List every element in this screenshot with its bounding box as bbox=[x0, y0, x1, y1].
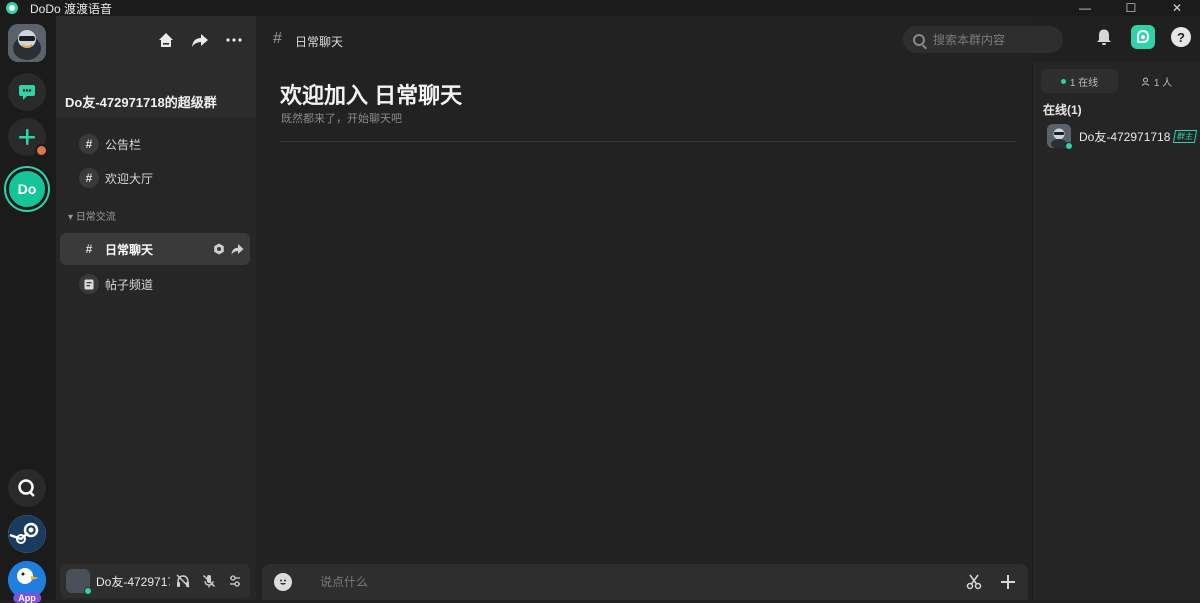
post-channel-icon bbox=[79, 274, 99, 294]
messages-button[interactable] bbox=[8, 73, 46, 111]
channel-welcome-hall[interactable]: # 欢迎大厅 bbox=[60, 162, 250, 194]
server-rail: Do App bbox=[0, 16, 56, 603]
mic-muted-icon[interactable] bbox=[202, 574, 216, 588]
steam-button[interactable] bbox=[8, 515, 46, 553]
window-controls: — ☐ ✕ bbox=[1062, 0, 1200, 16]
window-title: DoDo 渡渡语音 bbox=[30, 1, 113, 16]
scissors-icon[interactable] bbox=[966, 574, 982, 590]
maximize-button[interactable]: ☐ bbox=[1108, 0, 1154, 16]
hash-icon: # bbox=[79, 168, 99, 188]
notification-dot bbox=[35, 144, 48, 157]
welcome-subtitle: 既然都来了，开始聊天吧 bbox=[281, 113, 402, 125]
plus-icon[interactable] bbox=[1000, 574, 1016, 590]
bell-icon[interactable] bbox=[1093, 26, 1115, 48]
server-header-actions bbox=[156, 30, 244, 50]
channel-announcements[interactable]: # 公告栏 bbox=[60, 128, 250, 160]
discover-button[interactable] bbox=[8, 469, 46, 507]
app-label: App bbox=[13, 593, 41, 603]
chat-bubble-icon bbox=[19, 85, 35, 100]
close-button[interactable]: ✕ bbox=[1154, 0, 1200, 16]
server-do[interactable]: Do bbox=[6, 168, 48, 210]
search-icon bbox=[18, 479, 35, 497]
home-icon[interactable] bbox=[156, 30, 176, 50]
settings-icon[interactable] bbox=[213, 243, 225, 255]
search-input[interactable] bbox=[933, 32, 1053, 47]
search-icon bbox=[913, 33, 925, 46]
tab-online-label: 1 在线 bbox=[1069, 77, 1099, 89]
message-input[interactable] bbox=[320, 575, 920, 589]
app-logo-icon bbox=[6, 2, 18, 14]
member-panel: 1 在线 1 人 在线(1) Do友-472971718 群主 bbox=[1034, 62, 1200, 600]
channel-label: 日常聊天 bbox=[105, 242, 154, 257]
share-channel-icon[interactable] bbox=[231, 243, 244, 255]
steam-icon bbox=[8, 515, 46, 553]
chat-main: # 日常聊天 欢迎加入 日常聊天 既然都来了，开始聊天吧 bbox=[256, 16, 1063, 600]
add-server-button[interactable] bbox=[8, 118, 48, 157]
settings-sliders-icon[interactable] bbox=[228, 574, 242, 588]
channel-sidebar: Do友-472971718的超级群 # 公告栏 # 欢迎大厅 ▾ 日常交流 # … bbox=[56, 16, 256, 600]
chat-header: # 日常聊天 bbox=[256, 16, 1063, 62]
search-box[interactable] bbox=[903, 26, 1063, 53]
owner-badge: 群主 bbox=[1173, 129, 1198, 143]
member-name: Do友-472971718 bbox=[1079, 129, 1171, 144]
online-section-title: 在线(1) bbox=[1043, 103, 1082, 117]
channel-title: 日常聊天 bbox=[295, 35, 344, 49]
app-download-button[interactable]: App bbox=[8, 561, 46, 603]
emoji-icon[interactable] bbox=[274, 573, 292, 591]
more-icon[interactable] bbox=[224, 30, 244, 50]
server-name[interactable]: Do友-472971718的超级群 bbox=[65, 92, 217, 111]
channel-label: 公告栏 bbox=[105, 137, 142, 152]
channel-label: 帖子频道 bbox=[105, 277, 154, 292]
header-right-actions: ? bbox=[1093, 25, 1191, 49]
category-daily[interactable]: ▾ 日常交流 bbox=[68, 208, 116, 223]
tab-all-members[interactable]: 1 人 bbox=[1118, 69, 1195, 93]
plus-icon bbox=[19, 129, 35, 145]
member-avatar bbox=[1047, 124, 1073, 150]
channel-label: 欢迎大厅 bbox=[105, 171, 154, 186]
tab-total-label: 1 人 bbox=[1153, 77, 1173, 89]
divider bbox=[280, 141, 1016, 142]
tab-online[interactable]: 1 在线 bbox=[1041, 69, 1118, 93]
user-name: Do友-4729717 bbox=[96, 574, 170, 589]
title-bar: DoDo 渡渡语音 — ☐ ✕ bbox=[0, 0, 1200, 16]
channel-actions bbox=[213, 243, 244, 255]
hash-icon: # bbox=[79, 239, 99, 259]
online-status-icon bbox=[1065, 142, 1073, 150]
member-item[interactable]: Do友-472971718 群主 bbox=[1047, 124, 1198, 150]
dodo-brand-icon[interactable] bbox=[1131, 25, 1155, 49]
welcome-title: 欢迎加入 日常聊天 bbox=[280, 83, 463, 108]
online-status-icon bbox=[84, 587, 92, 595]
user-avatar[interactable] bbox=[66, 569, 92, 595]
headphones-muted-icon[interactable] bbox=[176, 574, 190, 588]
member-tabs: 1 在线 1 人 bbox=[1041, 69, 1195, 93]
help-icon[interactable]: ? bbox=[1171, 27, 1191, 47]
minimize-button[interactable]: — bbox=[1062, 0, 1108, 16]
share-icon[interactable] bbox=[190, 30, 210, 50]
message-composer bbox=[262, 564, 1028, 600]
hash-icon: # bbox=[79, 134, 99, 154]
hash-icon: # bbox=[273, 30, 282, 47]
channel-daily-chat[interactable]: # 日常聊天 bbox=[60, 233, 250, 265]
user-controls bbox=[176, 574, 242, 588]
composer-actions bbox=[966, 574, 1016, 590]
server-header: Do友-472971718的超级群 bbox=[56, 16, 256, 118]
user-panel: Do友-4729717 bbox=[60, 564, 250, 598]
person-icon bbox=[1141, 77, 1150, 86]
category-label: 日常交流 bbox=[75, 212, 116, 223]
channel-posts[interactable]: 帖子频道 bbox=[60, 268, 250, 300]
user-avatar[interactable] bbox=[8, 24, 46, 62]
avatar-image-icon bbox=[8, 24, 46, 62]
online-dot-icon bbox=[1060, 78, 1066, 84]
